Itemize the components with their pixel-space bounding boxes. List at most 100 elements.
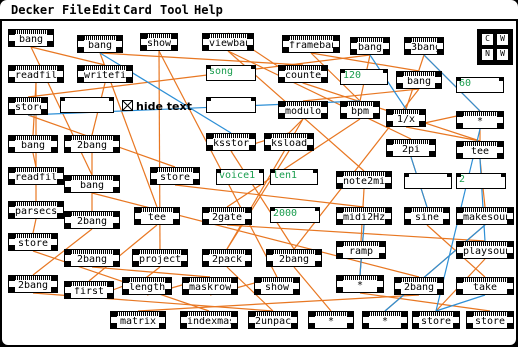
patch-wire [479,158,486,242]
menu-tool[interactable]: Tool [160,3,189,17]
module-writefile[interactable]: writefile [77,65,133,83]
module--[interactable]: * [456,111,504,129]
patch-wire [226,224,486,242]
widget-cell[interactable]: N [481,48,494,61]
module-label: 2bang [76,217,108,227]
module-2bang[interactable]: 2bang [394,277,444,295]
module-note2midi[interactable]: note2midi [336,171,392,189]
module-label: 2pi [401,145,421,155]
value-field[interactable]: 120 [340,69,388,85]
module-2pi[interactable]: 2pi [386,139,436,157]
module--[interactable]: * [308,311,354,329]
value-field[interactable]: 60 [456,77,504,93]
module-project[interactable]: project [132,249,188,267]
module-midi2hz[interactable]: midi2Hz [336,207,392,225]
module-bang[interactable]: bang [77,35,123,53]
module-store[interactable]: store [8,97,48,115]
module-length[interactable]: length [122,277,172,295]
module-store[interactable]: store [150,167,200,185]
module-2pack[interactable]: 2pack [202,249,252,267]
module-label: store [15,103,41,113]
module-1-x[interactable]: 1/x [386,109,426,127]
value-field[interactable]: len1 [270,169,318,185]
module-2bang[interactable]: 2bang [64,135,120,153]
module-matrix[interactable]: matrix [110,311,166,329]
module-maskrows[interactable]: maskrows [182,277,238,295]
value-field[interactable]: song [206,65,256,81]
module-2bang[interactable]: 2bang [8,275,58,293]
module-store[interactable]: store [412,311,460,329]
patch-wire [91,266,211,278]
patch-wire [32,218,37,234]
module-2bang[interactable]: 2bang [64,211,120,229]
value-field[interactable] [404,173,452,189]
module-label: * [356,281,364,291]
module-label: first [73,287,105,297]
value-field[interactable]: 2 [456,173,506,189]
checkbox-checked-icon[interactable] [122,100,133,111]
patch-wire [359,258,362,276]
module-label: maskrows [189,283,231,293]
module-modulo[interactable]: modulo [278,101,328,119]
module-readfile[interactable]: readfile [8,65,64,83]
card-navigator-widget[interactable]: C W N W [477,29,513,65]
value-field[interactable] [60,97,114,113]
module-readfile[interactable]: readfile [8,167,64,185]
module-indexmask[interactable]: indexmask [180,311,238,329]
menu-card[interactable]: Card [123,3,152,17]
menu-edit[interactable]: Edit [92,3,121,17]
module-parsecsv[interactable]: parsecsv [8,201,64,219]
module-show[interactable]: show [140,33,178,51]
module-ksload[interactable]: ksload [264,133,314,151]
module-label: ramp [348,247,374,257]
value-field[interactable] [206,97,256,113]
module-bang[interactable]: bang [350,37,390,55]
hide-text-checkbox[interactable]: hide text [122,100,192,113]
decker-screen: Decker File Edit Card Tool Help bang bang… [0,0,518,347]
module-label: bang [406,77,432,87]
patch-wire [302,88,420,102]
value-field[interactable]: voice1 [216,169,264,185]
module-tee[interactable]: tee [134,207,180,225]
module-show[interactable]: show [254,277,300,295]
module-bang[interactable]: bang [8,29,54,47]
widget-cell[interactable]: W [496,48,509,61]
menu-decker[interactable]: Decker [11,3,54,17]
module-sine[interactable]: sine [404,207,450,225]
module-2bang[interactable]: 2bang [266,249,322,267]
patch-wire [158,50,278,278]
module-label: note2midi [343,177,385,187]
module-label: writefile [84,71,126,81]
widget-cell[interactable]: C [481,33,494,46]
module-ksstore[interactable]: ksstore [206,133,256,151]
module--[interactable]: * [362,311,408,329]
module-first[interactable]: first [64,281,114,299]
module--[interactable]: * [336,275,384,293]
module-2unpack[interactable]: 2unpack [248,311,298,329]
module-bang[interactable]: bang [64,175,120,193]
module-take[interactable]: take [456,277,514,295]
module-ramp[interactable]: ramp [336,241,386,259]
module-label: bpm [350,107,370,117]
module-store[interactable]: store [8,233,58,251]
module-counter[interactable]: counter [278,65,328,83]
module-store[interactable]: store [466,311,514,329]
patch-wire [146,266,161,278]
menu-help[interactable]: Help [194,3,223,17]
module-framebang[interactable]: framebang [282,35,340,53]
module-2bang[interactable]: 2bang [64,249,120,267]
module-2gate[interactable]: 2gate [202,207,252,225]
module-tee[interactable]: tee [456,141,504,159]
module-playsound[interactable]: playsound [456,241,514,259]
patch-wire [99,52,304,66]
module-viewbang[interactable]: viewbang [202,33,254,51]
module-makesound[interactable]: makesound [456,207,514,225]
module-label: 2bang [17,281,49,291]
module-bpm[interactable]: bpm [340,101,380,119]
module-bang[interactable]: bang [8,135,58,153]
module-3bang[interactable]: 3bang [404,37,444,55]
menu-file[interactable]: File [62,3,91,17]
module-bang[interactable]: bang [396,71,442,89]
value-field[interactable]: 2000 [270,207,320,223]
widget-cell[interactable]: W [496,33,509,46]
